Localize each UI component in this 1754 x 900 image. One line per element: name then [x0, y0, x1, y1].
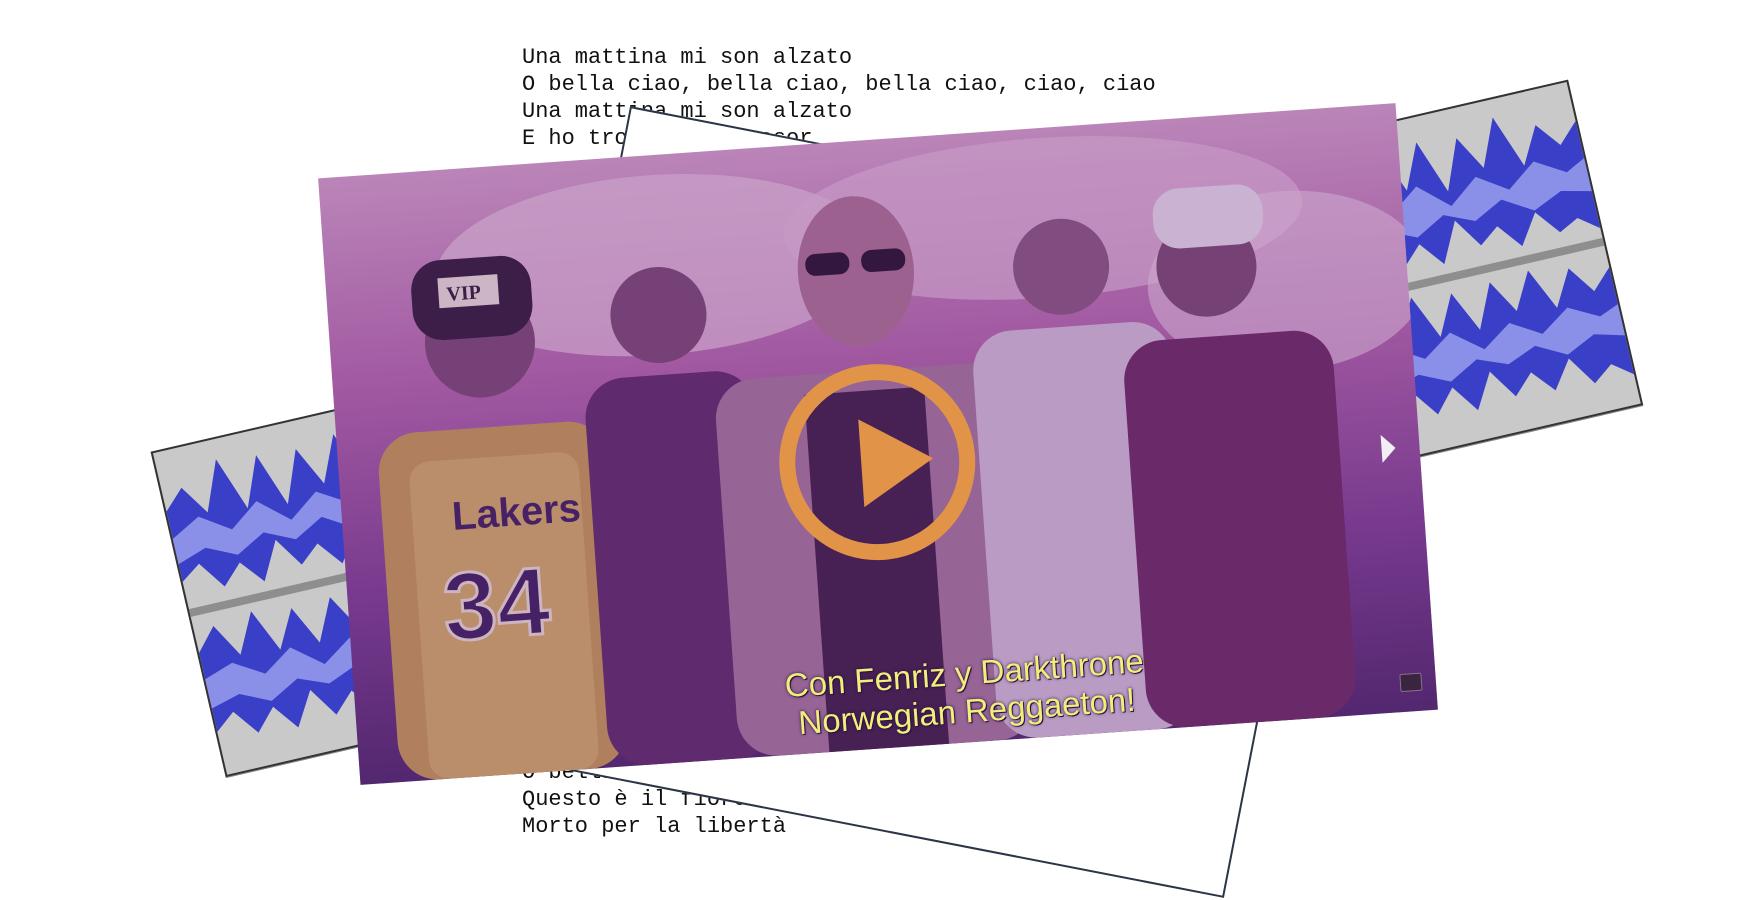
lyric-line: O bella ciao, bella ciao, bella ciao, ci… [522, 72, 1156, 97]
video-thumbnail[interactable]: Lakers 34 VIP Con Fenriz y Darkthrone No… [318, 103, 1438, 785]
channel-logo-icon [1399, 672, 1423, 693]
play-icon [858, 414, 937, 508]
chevron-right-icon[interactable] [1380, 433, 1397, 463]
lyric-line: Morto per la libertà [522, 814, 787, 839]
lyric-line: Una mattina mi son alzato [522, 45, 853, 70]
